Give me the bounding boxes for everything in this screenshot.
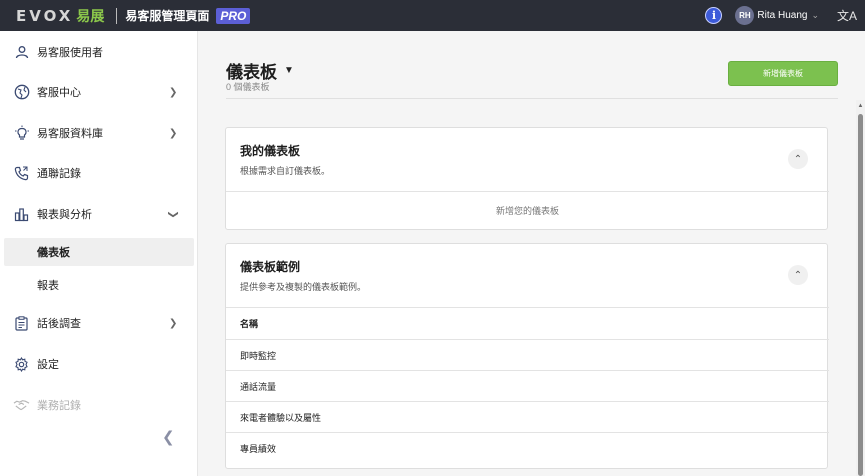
user-icon [13,44,30,61]
card-divider [226,191,829,192]
sidebar-item-label: 通聯記錄 [37,168,81,180]
row-name: 來電者體驗以及屬性 [240,412,322,423]
lightbulb-icon [13,125,30,142]
table-row[interactable]: 即時監控 [226,339,829,370]
handshake-icon [13,397,30,414]
scrollbar-thumb[interactable] [858,114,863,476]
logo-cn-text: 易展 [76,7,105,24]
sidebar-subitem-label: 儀表板 [37,247,70,259]
page-subtitle: 0 個儀表板 [226,82,270,92]
chevron-down-icon: ❯ [167,209,179,219]
user-name[interactable]: Rita Huang [757,10,807,21]
sidebar-subitem-dashboard[interactable]: 儀表板 [4,238,194,266]
card-title: 儀表板範例 [240,260,301,274]
main-content: 儀表板 ▼ 0 個儀表板 新增儀表板 我的儀表板 根據需求自訂儀表板。 ⌃ 新增… [198,31,865,476]
phone-icon [13,165,30,182]
info-icon[interactable]: i [705,7,723,24]
title-divider [116,7,118,24]
chevron-down-icon[interactable]: ⌄ [811,10,819,21]
table-row[interactable]: 通話流量 [226,370,829,401]
card-description: 根據需求自訂儀表板。 [240,166,331,176]
logo[interactable]: EVOX 易展 [16,0,104,31]
sidebar-item-knowledge-base[interactable]: 易客服資料庫 ❯ [0,114,197,152]
globe-icon [13,84,30,101]
column-header-name: 名稱 [240,318,259,329]
sidebar-item-reports-analytics[interactable]: 報表與分析 ❯ [0,195,197,233]
sidebar-item-contact-center[interactable]: 客服中心 ❯ [0,73,197,111]
row-name: 專員績效 [240,443,277,454]
sidebar-subitem-reports[interactable]: 報表 [4,271,194,299]
sidebar-item-label: 易客服使用者 [37,47,103,59]
card-description: 提供參考及複製的儀表板範例。 [240,282,367,292]
add-dashboard-button[interactable]: 新增儀表板 [728,61,838,86]
scroll-up-arrow[interactable]: ▲ [856,100,865,112]
sidebar-item-label: 話後調查 [37,318,81,330]
my-dashboards-card: 我的儀表板 根據需求自訂儀表板。 ⌃ 新增您的儀表板 [225,127,829,230]
chevron-right-icon: ❯ [169,86,178,98]
header-divider [226,98,838,99]
table-row[interactable]: 專員績效 [226,432,829,463]
bar-chart-icon [13,206,30,223]
chevron-right-icon: ❯ [169,317,178,329]
add-your-dashboard-link[interactable]: 新增您的儀表板 [226,204,829,217]
sidebar-item-label: 報表與分析 [37,209,92,221]
topbar-right: i RH Rita Huang ⌄ 文A [705,0,865,31]
translate-icon[interactable]: 文A [837,7,857,24]
sidebar-item-label: 客服中心 [37,87,81,99]
sidebar-item-users[interactable]: 易客服使用者 [0,33,197,71]
app-title: 易客服管理頁面 [125,9,210,23]
clipboard-icon [13,315,30,332]
row-name: 通話流量 [240,381,277,392]
sidebar-item-label: 業務記錄 [37,400,81,412]
table-row[interactable]: 來電者體驗以及屬性 [226,401,829,432]
chevron-up-icon[interactable]: ⌃ [788,265,808,285]
dashboard-examples-card: 儀表板範例 提供參考及複製的儀表板範例。 ⌃ 名稱 即時監控 通話流量 來電者體… [225,243,829,469]
chevron-right-icon: ❯ [169,127,178,139]
card-title: 我的儀表板 [240,144,301,158]
sidebar-item-label: 易客服資料庫 [37,128,103,140]
row-name: 即時監控 [240,350,277,361]
pro-badge: PRO [216,7,251,24]
gear-icon [13,356,30,373]
collapse-sidebar-icon[interactable]: ❮ [162,428,175,446]
logo-text: EVOX [16,6,74,25]
sidebar-item-survey[interactable]: 話後調查 ❯ [0,304,197,342]
sidebar-item-business-records: 業務記錄 [0,386,197,424]
table-header-row: 名稱 [226,307,829,338]
sidebar: 易客服使用者 客服中心 ❯ 易客服資料庫 ❯ 通聯記錄 報表與分析 ❯ 儀表板 … [0,31,198,476]
sidebar-item-label: 設定 [37,359,59,371]
sidebar-item-call-log[interactable]: 通聯記錄 [0,154,197,192]
sidebar-subitem-label: 報表 [37,280,59,292]
avatar[interactable]: RH [735,6,755,25]
chevron-up-icon[interactable]: ⌃ [788,149,808,169]
caret-down-icon[interactable]: ▼ [284,65,294,76]
sidebar-item-settings[interactable]: 設定 [0,345,197,383]
top-bar: EVOX 易展 易客服管理頁面 PRO i RH Rita Huang ⌄ 文A [0,0,865,31]
